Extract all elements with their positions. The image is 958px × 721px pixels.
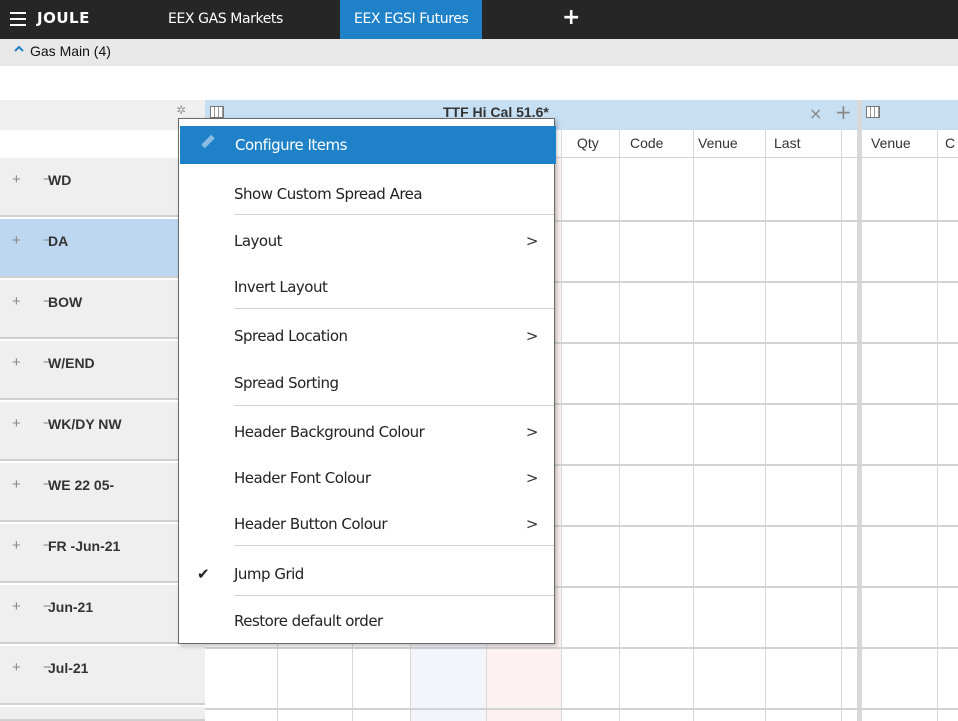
row-label: Jun-21 [48, 599, 94, 615]
menu-item-label: Spread Sorting [234, 374, 339, 392]
context-menu: Configure Items Show Custom Spread Area … [178, 118, 556, 644]
row-header[interactable]: + − WK/DY NW [0, 402, 205, 461]
column-header-c[interactable]: C [945, 130, 955, 156]
menu-item-invert-layout[interactable]: Invert Layout [179, 268, 554, 306]
tab-eex-egsi-futures[interactable]: EEX EGSI Futures [340, 0, 483, 39]
menu-divider [234, 545, 554, 546]
row-header[interactable] [0, 707, 205, 721]
menu-divider [234, 595, 554, 596]
menu-item-spread-sorting[interactable]: Spread Sorting [179, 364, 554, 402]
menu-item-header-font-colour[interactable]: Header Font Colour > [179, 459, 554, 497]
app-logo: JOULE [37, 9, 90, 27]
row-label: BOW [48, 294, 83, 310]
close-icon[interactable]: × [809, 104, 822, 123]
menu-item-label: Configure Items [235, 136, 347, 154]
table-icon[interactable] [210, 106, 224, 118]
row-label: Jul-21 [48, 660, 89, 676]
menu-item-label: Header Background Colour [234, 423, 425, 441]
row-header[interactable]: + − WE 22 05- [0, 463, 205, 522]
tab-eex-gas-markets[interactable]: EEX GAS Markets [154, 0, 297, 39]
column-header-code[interactable]: Code [630, 130, 663, 156]
menu-divider [234, 405, 554, 406]
row-header[interactable]: + − WD [0, 158, 205, 217]
row-header[interactable]: + − W/END [0, 341, 205, 400]
row-label: FR -Jun-21 [48, 538, 121, 554]
chevron-right-icon: > [525, 327, 539, 345]
menu-divider [234, 214, 554, 215]
row-label: WK/DY NW [48, 416, 122, 432]
row-header[interactable]: + − Jul-21 [0, 646, 205, 705]
column-header-venue[interactable]: Venue [698, 130, 738, 156]
menu-item-configure-items[interactable]: Configure Items [180, 126, 556, 164]
menu-item-label: Spread Location [234, 327, 348, 345]
menu-item-label: Restore default order [234, 612, 383, 630]
chevron-right-icon: > [525, 232, 539, 250]
menu-item-layout[interactable]: Layout > [179, 222, 554, 260]
menu-item-header-button-colour[interactable]: Header Button Colour > [179, 505, 554, 543]
menu-item-restore-default-order[interactable]: Restore default order [179, 602, 554, 640]
menu-item-label: Invert Layout [234, 278, 328, 296]
menu-item-label: Header Button Colour [234, 515, 388, 533]
column-header-last[interactable]: Last [774, 130, 800, 156]
row-label: WD [48, 172, 72, 188]
add-tab-button[interactable]: + [562, 0, 580, 39]
group-label[interactable]: Gas Main (4) [30, 43, 111, 59]
add-icon[interactable]: + [835, 100, 852, 124]
column-header-venue-2[interactable]: Venue [871, 130, 911, 156]
menu-item-label: Header Font Colour [234, 469, 371, 487]
group-bar [0, 39, 958, 66]
row-header-selected[interactable]: + − DA [0, 219, 205, 278]
checkmark-icon: ✔ [197, 565, 210, 583]
chevron-right-icon: > [525, 515, 539, 533]
chevron-right-icon: > [525, 469, 539, 487]
table-icon[interactable] [866, 106, 880, 118]
grid-corner [0, 100, 205, 130]
row-header[interactable]: + − FR -Jun-21 [0, 524, 205, 583]
menu-item-label: Show Custom Spread Area [234, 185, 423, 203]
pencil-icon [201, 134, 215, 149]
chevron-up-icon[interactable] [14, 44, 24, 54]
row-label: W/END [48, 355, 95, 371]
gear-icon[interactable]: ✲ [176, 104, 188, 116]
menu-item-label: Layout [234, 232, 283, 250]
chevron-right-icon: > [525, 423, 539, 441]
menu-item-label: Jump Grid [234, 565, 304, 583]
hamburger-menu-icon[interactable] [10, 12, 26, 26]
spread-separator[interactable] [857, 100, 862, 721]
row-label: DA [48, 233, 69, 249]
row-header[interactable]: + − Jun-21 [0, 585, 205, 644]
row-label: WE 22 05- [48, 477, 115, 493]
menu-item-jump-grid[interactable]: ✔ Jump Grid [179, 555, 554, 593]
row-header[interactable]: + − BOW [0, 280, 205, 339]
menu-item-header-background-colour[interactable]: Header Background Colour > [179, 413, 554, 451]
column-header-qty[interactable]: Qty [577, 130, 599, 156]
menu-item-spread-location[interactable]: Spread Location > [179, 317, 554, 355]
menu-item-show-custom-spread-area[interactable]: Show Custom Spread Area [179, 175, 554, 213]
menu-divider [234, 308, 554, 309]
